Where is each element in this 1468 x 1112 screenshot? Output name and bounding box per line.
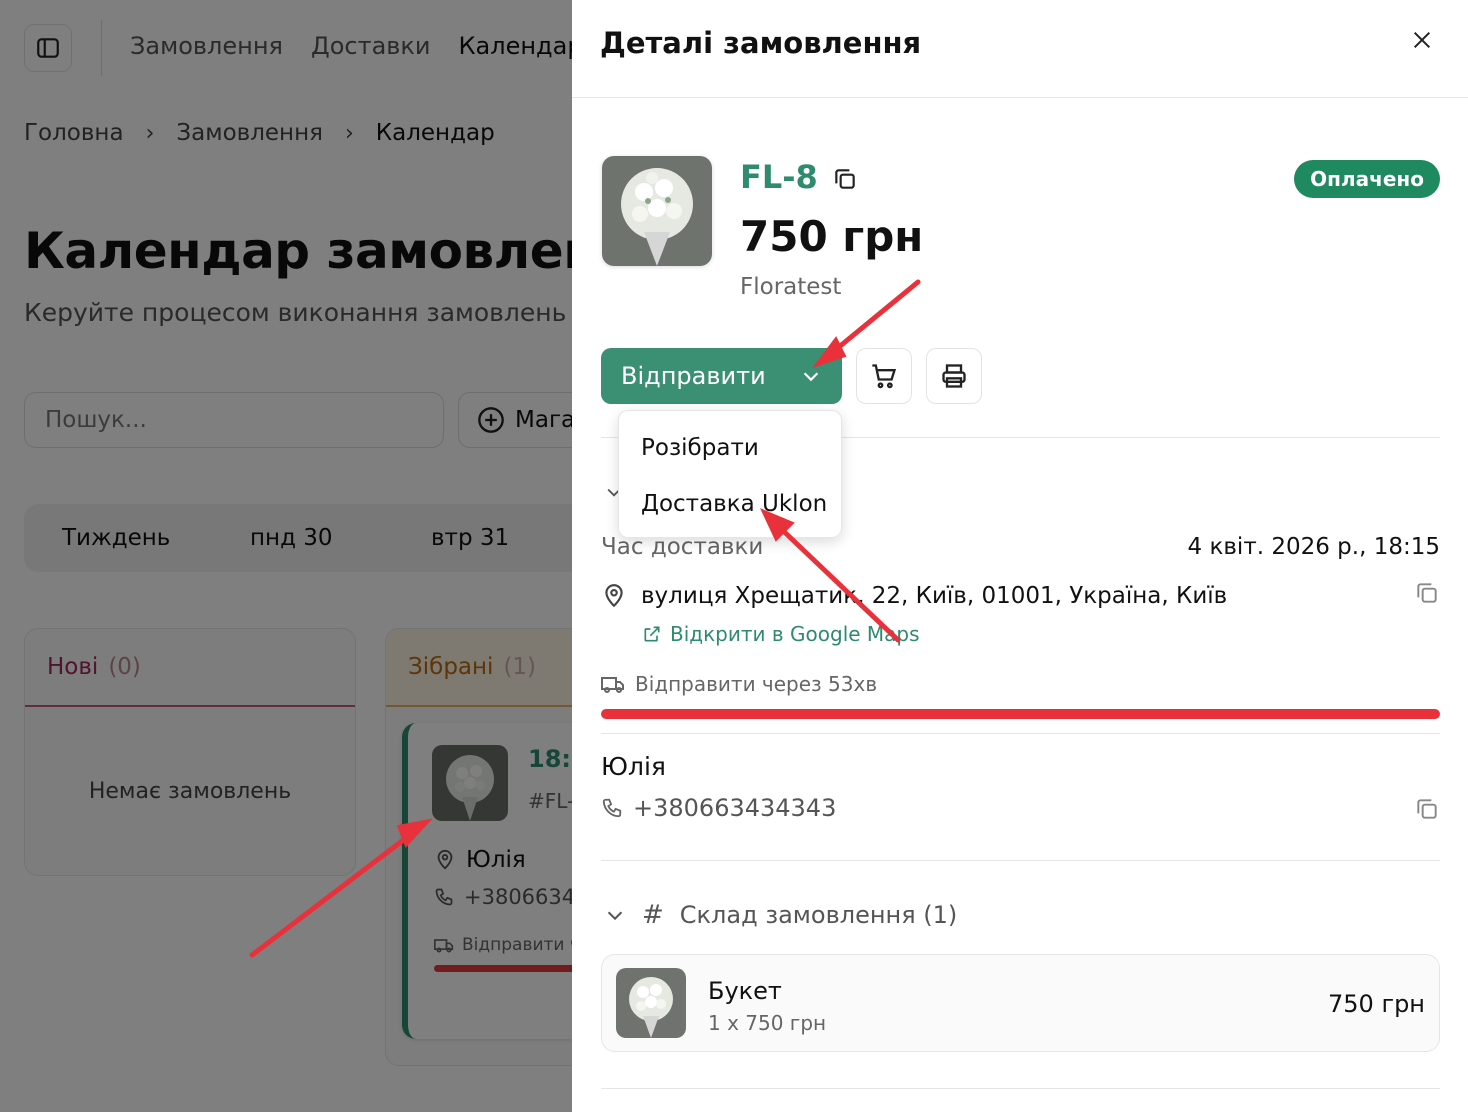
external-link-icon: [644, 626, 660, 642]
close-icon: [1413, 31, 1431, 49]
print-button[interactable]: [926, 348, 982, 404]
close-button[interactable]: [1404, 22, 1440, 58]
chevron-down-icon[interactable]: [800, 365, 822, 387]
send-button-label: Відправити: [621, 362, 766, 390]
delivery-time-value: 4 квіт. 2026 р., 18:15: [1187, 534, 1440, 560]
printer-icon: [942, 364, 966, 388]
chevron-down-icon: [607, 911, 623, 921]
cart-icon: [872, 364, 897, 389]
copy-address-button[interactable]: [1414, 580, 1440, 610]
phone-icon: [602, 798, 622, 818]
item-name: Букет: [708, 977, 782, 1005]
composition-header[interactable]: # Склад замовлення (1): [604, 900, 957, 930]
customer-phone-row: +380663434343: [601, 794, 836, 822]
order-details-drawer: Деталі замовлення FL-8 750 грн Floratest…: [572, 0, 1468, 1112]
shop-name: Floratest: [740, 274, 842, 300]
send-options-dropdown: Розібрати Доставка Uklon: [618, 410, 842, 538]
composition-title: Склад замовлення (1): [679, 901, 958, 929]
copy-phone-button[interactable]: [1414, 796, 1440, 826]
google-maps-link[interactable]: Відкрити в Google Maps: [642, 622, 920, 646]
hash-icon: #: [642, 900, 664, 930]
order-price: 750 грн: [740, 212, 924, 261]
copy-order-id-button[interactable]: [832, 166, 858, 192]
send-button[interactable]: Відправити: [601, 348, 842, 404]
address-row: вулиця Хрещатик, 22, Київ, 01001, Україн…: [601, 583, 1227, 609]
status-badge: Оплачено: [1294, 160, 1440, 198]
location-pin-icon: [605, 584, 623, 608]
truck-icon: [601, 677, 624, 693]
bouquet-thumbnail: [616, 968, 686, 1038]
cart-button[interactable]: [856, 348, 912, 404]
order-item: Букет 1 x 750 грн 750 грн: [601, 954, 1440, 1052]
copy-icon: [1417, 583, 1437, 603]
divider: [601, 860, 1440, 861]
google-maps-link-text: Відкрити в Google Maps: [670, 622, 920, 646]
customer-name: Юлія: [601, 752, 666, 781]
drawer-header: Деталі замовлення: [572, 0, 1468, 98]
delivery-address: вулиця Хрещатик, 22, Київ, 01001, Україн…: [641, 583, 1228, 609]
customer-phone: +380663434343: [633, 794, 837, 822]
send-countdown: Відправити через 53хв: [601, 672, 877, 696]
bouquet-image: [602, 156, 712, 266]
send-countdown-text: Відправити через 53хв: [635, 672, 878, 696]
order-id: FL-8: [740, 158, 818, 196]
divider: [601, 733, 1440, 734]
divider: [601, 1088, 1440, 1089]
copy-icon: [1417, 799, 1437, 819]
drawer-title: Деталі замовлення: [600, 26, 922, 60]
urgency-bar: [601, 709, 1440, 719]
dropdown-item-disassemble[interactable]: Розібрати: [641, 435, 759, 461]
item-quantity: 1 x 750 грн: [708, 1011, 827, 1035]
item-price: 750 грн: [1328, 990, 1425, 1018]
dropdown-item-uklon-delivery[interactable]: Доставка Uklon: [641, 491, 827, 517]
copy-icon: [835, 169, 855, 189]
